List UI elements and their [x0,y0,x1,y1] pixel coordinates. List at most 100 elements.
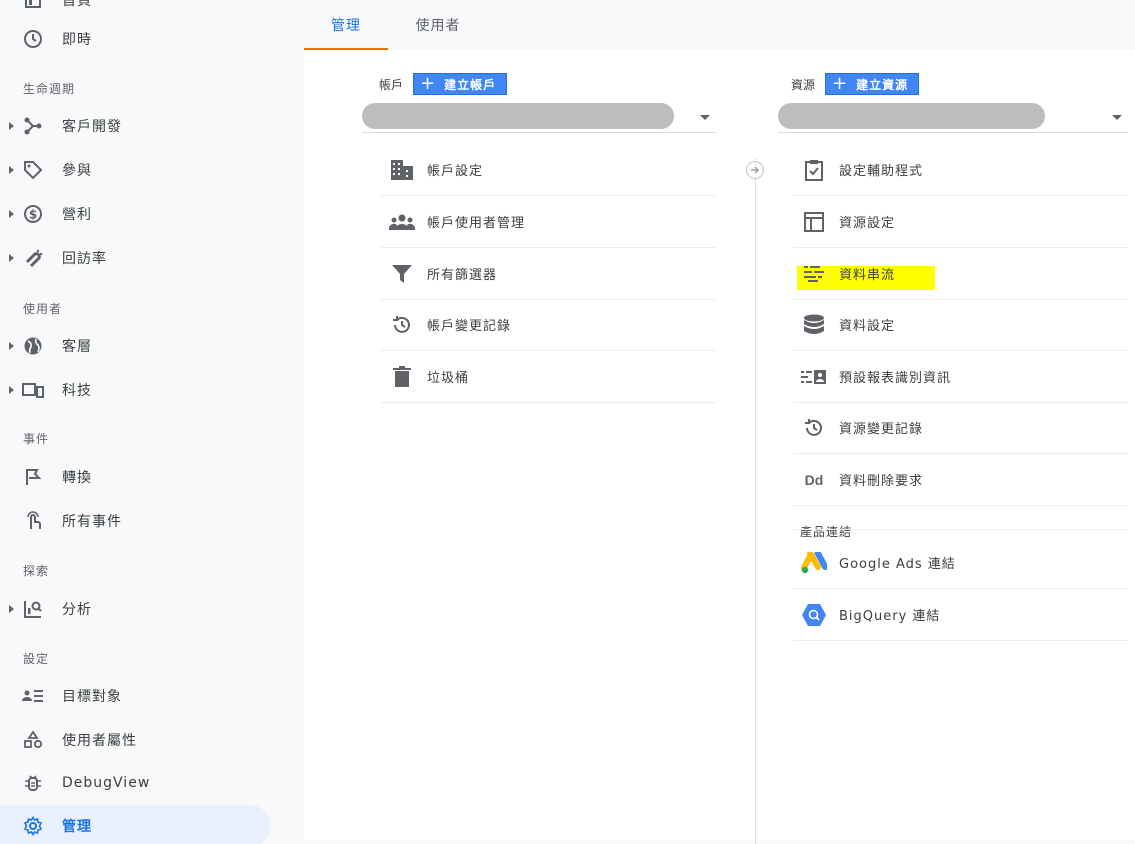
sidebar-item-all-events[interactable]: 所有事件 [0,501,270,541]
gear-icon [22,815,44,837]
history-icon [801,415,827,441]
filter-icon [389,261,415,287]
data-deletion-requests-row[interactable]: Dd 資料刪除要求 [793,454,1128,506]
create-account-button[interactable]: + 建立帳戶 [413,73,508,95]
sidebar-item-conversions[interactable]: 轉換 [0,457,270,497]
sidebar-item-label: 分析 [62,602,92,618]
bigquery-link-row[interactable]: BigQuery 連結 [793,589,1128,641]
bug-icon [22,772,44,794]
sidebar: 首頁 即時 生命週期 客戶開發 參與 $ 營利 回訪率 使用者 客層 科技 事件… [0,0,304,844]
expand-caret-icon[interactable] [9,254,14,262]
google-ads-link-row[interactable]: Google Ads 連結 [793,537,1128,589]
dollar-icon: $ [22,203,44,225]
account-heading: 帳戶 [379,77,404,92]
sidebar-item-audiences[interactable]: 目標對象 [0,676,270,716]
column-divider [755,158,756,844]
layout-icon [801,209,827,235]
divider [793,529,1128,530]
sidebar-section-events: 事件 [23,432,50,446]
account-selector-value-redacted [362,103,674,129]
sidebar-item-label: 管理 [62,819,92,835]
dropdown-arrow-icon [700,115,710,120]
account-selector[interactable] [362,103,716,133]
account-user-management-row[interactable]: 帳戶使用者管理 [381,196,716,248]
setup-assistant-row[interactable]: 設定輔助程式 [793,144,1128,196]
reporting-identity-row[interactable]: 預設報表識別資訊 [793,351,1128,403]
shapes-icon [22,729,44,751]
main-content: 管理 使用者 帳戶 + 建立帳戶 資源 + 建立資源 帳戶設定 帳戶使用者管理 … [304,0,1135,844]
sidebar-item-label: 參與 [62,163,92,179]
row-label: 資料設定 [839,319,896,334]
expand-caret-icon[interactable] [9,605,14,613]
sidebar-item-label: 使用者屬性 [62,733,137,749]
arrow-right-circle-icon [746,161,764,179]
id-card-icon [801,364,827,390]
sidebar-item-monetization[interactable]: $ 營利 [0,194,270,234]
row-label: 資源設定 [839,216,896,231]
sidebar-item-retention[interactable]: 回訪率 [0,238,270,278]
row-label: 設定輔助程式 [839,164,924,179]
expand-caret-icon[interactable] [9,166,14,174]
devices-icon [22,379,44,401]
expand-caret-icon[interactable] [9,210,14,218]
sidebar-item-label: 目標對象 [62,689,122,705]
tab-user[interactable]: 使用者 [396,0,480,50]
row-label: 預設報表識別資訊 [839,371,952,386]
row-label: 垃圾桶 [427,371,470,386]
data-settings-row[interactable]: 資料設定 [793,299,1128,351]
history-icon [389,312,415,338]
admin-panel: 帳戶 + 建立帳戶 資源 + 建立資源 帳戶設定 帳戶使用者管理 所有篩選器 帳… [304,50,1135,844]
expand-caret-icon[interactable] [9,122,14,130]
sidebar-item-tech[interactable]: 科技 [0,370,270,410]
sidebar-item-demographics[interactable]: 客層 [0,326,270,366]
sidebar-section-explore: 探索 [23,564,50,578]
property-selector-value-redacted [778,103,1045,129]
account-header: 帳戶 + 建立帳戶 [379,73,508,95]
touch-icon [22,510,44,532]
trash-icon [389,364,415,390]
sidebar-item-admin[interactable]: 管理 [0,805,270,844]
sidebar-item-home[interactable]: 首頁 [0,0,270,20]
row-label: 資料刪除要求 [839,474,924,489]
property-heading: 資源 [791,77,816,92]
sidebar-section-user: 使用者 [23,302,63,316]
analysis-icon [22,598,44,620]
sidebar-item-engagement[interactable]: 參與 [0,150,270,190]
tab-bar: 管理 使用者 [304,0,1135,50]
account-change-history-row[interactable]: 帳戶變更記錄 [381,299,716,351]
row-label: 帳戶使用者管理 [427,216,526,231]
row-label: 帳戶設定 [427,164,484,179]
trash-row[interactable]: 垃圾桶 [381,351,716,403]
create-property-button[interactable]: + 建立資源 [825,73,920,95]
sidebar-item-debugview[interactable]: DebugView [0,763,270,803]
data-streams-row[interactable]: 資料串流 [793,248,1128,300]
clock-icon [22,28,44,50]
clipboard-check-icon [801,157,827,183]
expand-caret-icon[interactable] [9,342,14,350]
expand-caret-icon[interactable] [9,386,14,394]
magnet-icon [22,247,44,269]
sidebar-item-user-properties[interactable]: 使用者屬性 [0,720,270,760]
account-settings-row[interactable]: 帳戶設定 [381,144,716,196]
tag-icon [22,159,44,181]
property-settings-row[interactable]: 資源設定 [793,196,1128,248]
sidebar-item-label: 轉換 [62,470,92,486]
property-selector[interactable] [778,103,1128,133]
sidebar-item-label: 即時 [62,32,92,48]
sidebar-item-realtime[interactable]: 即時 [0,19,270,59]
globe-icon [22,335,44,357]
create-account-label: 建立帳戶 [444,77,497,92]
property-change-history-row[interactable]: 資源變更記錄 [793,402,1128,454]
google-ads-icon [801,550,827,576]
row-label: BigQuery 連結 [839,609,941,624]
sidebar-item-acquisition[interactable]: 客戶開發 [0,106,270,146]
plus-icon: + [832,73,849,94]
sidebar-item-label: 首頁 [62,0,92,9]
building-icon [389,157,415,183]
sidebar-item-analysis[interactable]: 分析 [0,589,270,629]
database-icon [801,312,827,338]
sidebar-item-label: 所有事件 [62,514,122,530]
tab-admin[interactable]: 管理 [304,0,388,50]
home-icon [22,0,44,11]
all-filters-row[interactable]: 所有篩選器 [381,248,716,300]
